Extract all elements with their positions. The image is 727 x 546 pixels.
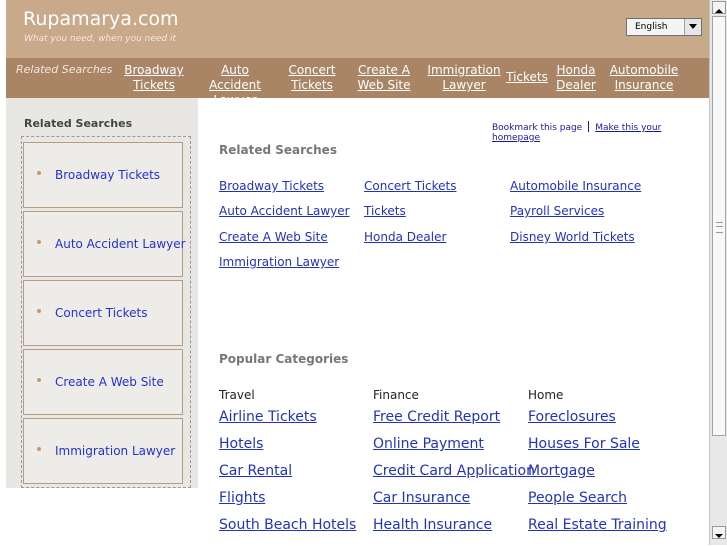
divider: [588, 121, 590, 132]
related-link[interactable]: Honda Dealer: [364, 230, 446, 244]
category-heading-home: Home: [528, 388, 564, 402]
nav-link-auto-accident-lawyer[interactable]: Auto Accident Lawyer: [194, 63, 276, 108]
sidebar-link[interactable]: Immigration Lawyer: [55, 444, 175, 458]
related-link[interactable]: Automobile Insurance: [510, 179, 641, 193]
grip-icon: [716, 222, 723, 233]
language-value: English: [635, 22, 668, 32]
category-link[interactable]: Car Insurance: [373, 490, 470, 506]
related-link[interactable]: Tickets: [364, 204, 406, 218]
related-link[interactable]: Broadway Tickets: [219, 179, 324, 193]
category-link[interactable]: Health Insurance: [373, 517, 492, 533]
sidebar-item-create-web-site[interactable]: Create A Web Site: [23, 349, 183, 415]
category-link[interactable]: Airline Tickets: [219, 409, 317, 425]
page: Rupamarya.com What you need, when you ne…: [0, 0, 709, 545]
related-link[interactable]: Disney World Tickets: [510, 230, 635, 244]
sidebar-link[interactable]: Auto Accident Lawyer: [55, 237, 186, 251]
related-link[interactable]: Immigration Lawyer: [219, 255, 339, 269]
bullet-icon: [37, 447, 41, 451]
sidebar-link[interactable]: Concert Tickets: [55, 306, 148, 320]
sidebar-title: Related Searches: [24, 117, 133, 130]
sidebar-item-broadway-tickets[interactable]: Broadway Tickets: [23, 142, 183, 208]
nav-link-immigration-lawyer[interactable]: Immigration Lawyer: [426, 63, 502, 93]
header: Rupamarya.com What you need, when you ne…: [6, 0, 709, 58]
sidebar-link[interactable]: Broadway Tickets: [55, 168, 160, 182]
arrow-up-icon[interactable]: [712, 1, 726, 14]
language-select[interactable]: English: [626, 18, 702, 36]
category-heading-travel: Travel: [219, 388, 255, 402]
related-link[interactable]: Create A Web Site: [219, 230, 328, 244]
nav-related-label: Related Searches: [16, 63, 113, 76]
category-link[interactable]: Real Estate Training: [528, 517, 667, 533]
nav-link-broadway-tickets[interactable]: Broadway Tickets: [123, 63, 185, 93]
bullet-icon: [37, 171, 41, 175]
nav-link-tickets[interactable]: Tickets: [505, 70, 549, 85]
category-link[interactable]: Mortgage: [528, 463, 595, 479]
category-link[interactable]: Free Credit Report: [373, 409, 500, 425]
sidebar-link[interactable]: Create A Web Site: [55, 375, 164, 389]
category-link[interactable]: Hotels: [219, 436, 263, 452]
category-link[interactable]: Credit Card Application: [373, 463, 535, 479]
category-link[interactable]: Houses For Sale: [528, 436, 640, 452]
site-tagline: What you need, when you need it: [24, 34, 177, 44]
category-link[interactable]: South Beach Hotels: [219, 517, 356, 533]
sidebar-item-concert-tickets[interactable]: Concert Tickets: [23, 280, 183, 346]
related-link[interactable]: Concert Tickets: [364, 179, 457, 193]
category-link[interactable]: Online Payment: [373, 436, 484, 452]
popular-categories-title: Popular Categories: [219, 352, 349, 366]
related-link[interactable]: Auto Accident Lawyer: [219, 204, 350, 218]
bullet-icon: [37, 378, 41, 382]
related-searches-title: Related Searches: [219, 143, 337, 157]
top-nav: Related Searches Broadway Tickets Auto A…: [6, 58, 709, 107]
category-link[interactable]: People Search: [528, 490, 627, 506]
category-link[interactable]: Car Rental: [219, 463, 292, 479]
sidebar-item-auto-accident-lawyer[interactable]: Auto Accident Lawyer: [23, 211, 186, 277]
sidebar-item-immigration-lawyer[interactable]: Immigration Lawyer: [23, 418, 183, 484]
arrow-down-icon[interactable]: [712, 526, 726, 539]
bullet-icon: [37, 240, 41, 244]
nav-link-create-web-site[interactable]: Create A Web Site: [354, 63, 414, 93]
category-link[interactable]: Flights: [219, 490, 265, 506]
nav-link-concert-tickets[interactable]: Concert Tickets: [286, 63, 338, 93]
sidebar: Related Searches Broadway Tickets Auto A…: [6, 98, 198, 488]
nav-link-honda-dealer[interactable]: Honda Dealer: [554, 63, 598, 93]
bullet-icon: [37, 309, 41, 313]
vertical-scrollbar[interactable]: [709, 0, 727, 545]
category-link[interactable]: Foreclosures: [528, 409, 616, 425]
site-name[interactable]: Rupamarya.com: [23, 8, 179, 30]
scrollbar-thumb[interactable]: [712, 16, 726, 436]
bookmark-link[interactable]: Bookmark this page: [492, 123, 582, 133]
bookmark-bar: Bookmark this page Make this your homepag…: [492, 121, 709, 143]
related-link[interactable]: Payroll Services: [510, 204, 604, 218]
category-heading-finance: Finance: [373, 388, 419, 402]
chevron-down-icon[interactable]: [684, 19, 701, 35]
nav-link-automobile-insurance[interactable]: Automobile Insurance: [608, 63, 680, 93]
